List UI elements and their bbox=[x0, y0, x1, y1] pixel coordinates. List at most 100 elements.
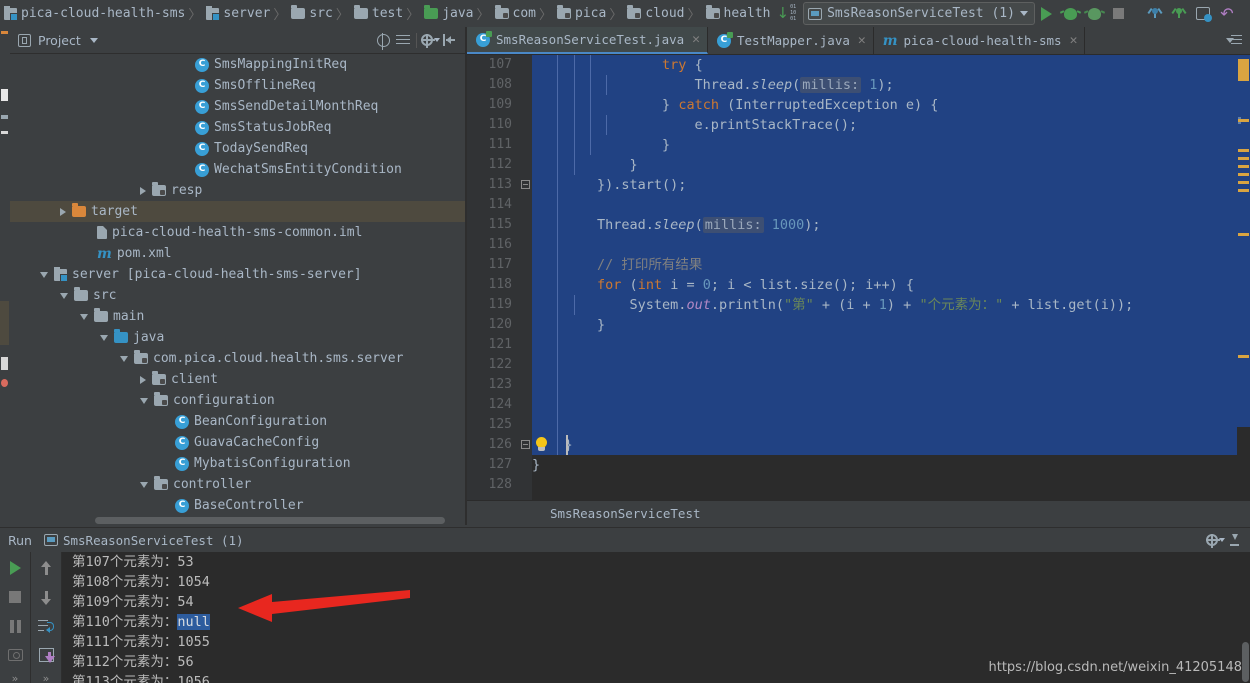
soft-wrap-button[interactable] bbox=[33, 613, 59, 639]
scrollbar-thumb[interactable] bbox=[95, 517, 445, 524]
stop-process-button[interactable] bbox=[2, 584, 28, 610]
tab-list-icon[interactable] bbox=[1226, 34, 1242, 47]
run-settings-button[interactable] bbox=[1206, 530, 1225, 550]
commit-button[interactable] bbox=[1167, 2, 1191, 26]
code-line[interactable]: } bbox=[532, 155, 1250, 175]
tree-row[interactable]: C TodaySendReq bbox=[10, 138, 465, 159]
close-icon[interactable]: ✕ bbox=[692, 32, 700, 47]
run-configuration-selector[interactable]: SmsReasonServiceTest (1) bbox=[803, 2, 1035, 25]
debug-button[interactable] bbox=[1059, 2, 1083, 26]
console-line[interactable]: 第111个元素为：1055 bbox=[62, 632, 1250, 652]
chevron-down-icon[interactable] bbox=[120, 355, 128, 362]
close-icon[interactable]: ✕ bbox=[1070, 33, 1078, 48]
tree-row[interactable]: pica-cloud-health-sms-common.iml bbox=[10, 222, 465, 243]
tree-row[interactable]: C BaseController bbox=[10, 495, 465, 516]
breadcrumb-item-src[interactable]: src bbox=[287, 0, 334, 27]
breadcrumb-item-test[interactable]: test bbox=[350, 0, 405, 27]
editor-tab-testmapper-java[interactable]: C TestMapper.java ✕ bbox=[707, 27, 874, 54]
breadcrumb-item-health[interactable]: health bbox=[702, 0, 773, 27]
code-line[interactable]: }).start(); bbox=[532, 175, 1250, 195]
hide-project-panel-button[interactable] bbox=[440, 30, 459, 50]
code-line[interactable]: e.printStackTrace(); bbox=[532, 115, 1250, 135]
tree-row[interactable]: main bbox=[10, 306, 465, 327]
chevron-right-icon[interactable] bbox=[140, 375, 146, 384]
tree-row[interactable]: C SmsMappingInitReq bbox=[10, 54, 465, 75]
chevron-down-icon[interactable] bbox=[60, 292, 68, 299]
breadcrumb-item-java[interactable]: java bbox=[420, 0, 475, 27]
code-line[interactable] bbox=[532, 415, 1250, 435]
tree-row[interactable]: C SmsOfflineReq bbox=[10, 75, 465, 96]
code-line[interactable] bbox=[532, 395, 1250, 415]
tree-row[interactable]: client bbox=[10, 369, 465, 390]
chevron-down-icon[interactable] bbox=[100, 334, 108, 341]
stripe-warning-marker[interactable] bbox=[1238, 165, 1249, 168]
console-line[interactable]: 第107个元素为：53 bbox=[62, 552, 1250, 572]
chevron-right-icon[interactable] bbox=[140, 186, 146, 195]
tree-row[interactable]: com.pica.cloud.health.sms.server bbox=[10, 348, 465, 369]
tree-row[interactable]: target bbox=[10, 201, 465, 222]
code-folding-strip[interactable] bbox=[520, 55, 532, 500]
stripe-warning-marker[interactable] bbox=[1238, 233, 1249, 236]
intention-bulb-icon[interactable] bbox=[534, 437, 549, 453]
console-line[interactable]: 第110个元素为：null bbox=[62, 612, 1250, 632]
code-text-area[interactable]: try { Thread.sleep(millis: 1); } catch (… bbox=[532, 55, 1250, 500]
download-dependencies-icon[interactable]: ↓ 01 10 01 bbox=[776, 5, 796, 22]
tree-row[interactable]: java bbox=[10, 327, 465, 348]
stop-button[interactable] bbox=[1107, 2, 1131, 26]
editor-tab-smsreasonservicetest-java[interactable]: C SmsReasonServiceTest.java ✕ bbox=[467, 27, 708, 54]
code-line[interactable]: Thread.sleep(millis: 1000); bbox=[532, 215, 1250, 235]
breadcrumb-item-com[interactable]: com bbox=[491, 0, 538, 27]
code-line[interactable] bbox=[532, 355, 1250, 375]
tree-row[interactable]: resp bbox=[10, 180, 465, 201]
breadcrumb-item-cloud[interactable]: cloud bbox=[623, 0, 686, 27]
breadcrumb-item-server[interactable]: server bbox=[202, 0, 272, 27]
dump-threads-button[interactable] bbox=[2, 642, 28, 668]
code-line[interactable] bbox=[532, 375, 1250, 395]
stripe-warning-marker[interactable] bbox=[1238, 189, 1249, 192]
console-line[interactable]: 第109个元素为：54 bbox=[62, 592, 1250, 612]
close-icon[interactable]: ✕ bbox=[858, 33, 866, 48]
export-output-button[interactable] bbox=[33, 642, 59, 668]
code-line[interactable] bbox=[532, 195, 1250, 215]
chevron-down-icon[interactable] bbox=[80, 313, 88, 320]
code-line[interactable]: } catch (InterruptedException e) { bbox=[532, 95, 1250, 115]
breadcrumb-item-pica-cloud-health-sms[interactable]: pica-cloud-health-sms bbox=[0, 0, 187, 27]
code-line[interactable] bbox=[532, 235, 1250, 255]
project-view-chevron-down-icon[interactable] bbox=[89, 37, 98, 43]
code-line[interactable]: } bbox=[532, 435, 1250, 455]
error-stripe-minimap[interactable] bbox=[1237, 55, 1250, 500]
vcs-history-button[interactable] bbox=[1191, 2, 1215, 26]
chevron-down-icon[interactable] bbox=[140, 481, 148, 488]
hide-run-window-button[interactable] bbox=[1225, 530, 1244, 550]
stripe-warning-marker[interactable] bbox=[1238, 119, 1249, 122]
tree-row[interactable]: C MybatisConfiguration bbox=[10, 453, 465, 474]
tree-row[interactable]: m pom.xml bbox=[10, 243, 465, 264]
tree-row[interactable]: server [pica-cloud-health-sms-server] bbox=[10, 264, 465, 285]
run-session-tab[interactable]: SmsReasonServiceTest (1) bbox=[43, 533, 244, 548]
editor-breadcrumb[interactable]: SmsReasonServiceTest bbox=[467, 500, 1250, 525]
scroll-down-button[interactable] bbox=[33, 584, 59, 610]
stripe-warning-marker[interactable] bbox=[1238, 173, 1249, 176]
pause-output-button[interactable] bbox=[2, 613, 28, 639]
run-button[interactable] bbox=[1035, 2, 1059, 26]
code-line[interactable]: } bbox=[532, 455, 1250, 475]
tree-row[interactable]: C GuavaCacheConfig bbox=[10, 432, 465, 453]
update-project-button[interactable] bbox=[1143, 2, 1167, 26]
console-line[interactable]: 第108个元素为：1054 bbox=[62, 572, 1250, 592]
code-line[interactable] bbox=[532, 475, 1250, 495]
editor-tab-pica-cloud-health-sms[interactable]: m pica-cloud-health-sms ✕ bbox=[873, 27, 1086, 54]
project-tree[interactable]: C SmsMappingInitReq C SmsOfflineReq C SmsSend… bbox=[10, 54, 465, 525]
code-line[interactable]: for (int i = 0; i < list.size(); i++) { bbox=[532, 275, 1250, 295]
more-left-button[interactable]: » bbox=[12, 673, 19, 683]
code-line[interactable]: Thread.sleep(millis: 1); bbox=[532, 75, 1250, 95]
scrollbar-thumb[interactable] bbox=[1242, 642, 1249, 682]
locate-button[interactable] bbox=[374, 30, 393, 50]
scroll-up-button[interactable] bbox=[33, 555, 59, 581]
chevron-down-icon[interactable] bbox=[140, 397, 148, 404]
code-line[interactable] bbox=[532, 335, 1250, 355]
project-tree-horizontal-scrollbar[interactable] bbox=[10, 516, 465, 525]
project-settings-button[interactable] bbox=[421, 30, 440, 50]
chevron-down-icon[interactable] bbox=[40, 271, 48, 278]
tree-row[interactable]: C WechatSmsEntityCondition bbox=[10, 159, 465, 180]
breadcrumb-item-pica[interactable]: pica bbox=[553, 0, 608, 27]
